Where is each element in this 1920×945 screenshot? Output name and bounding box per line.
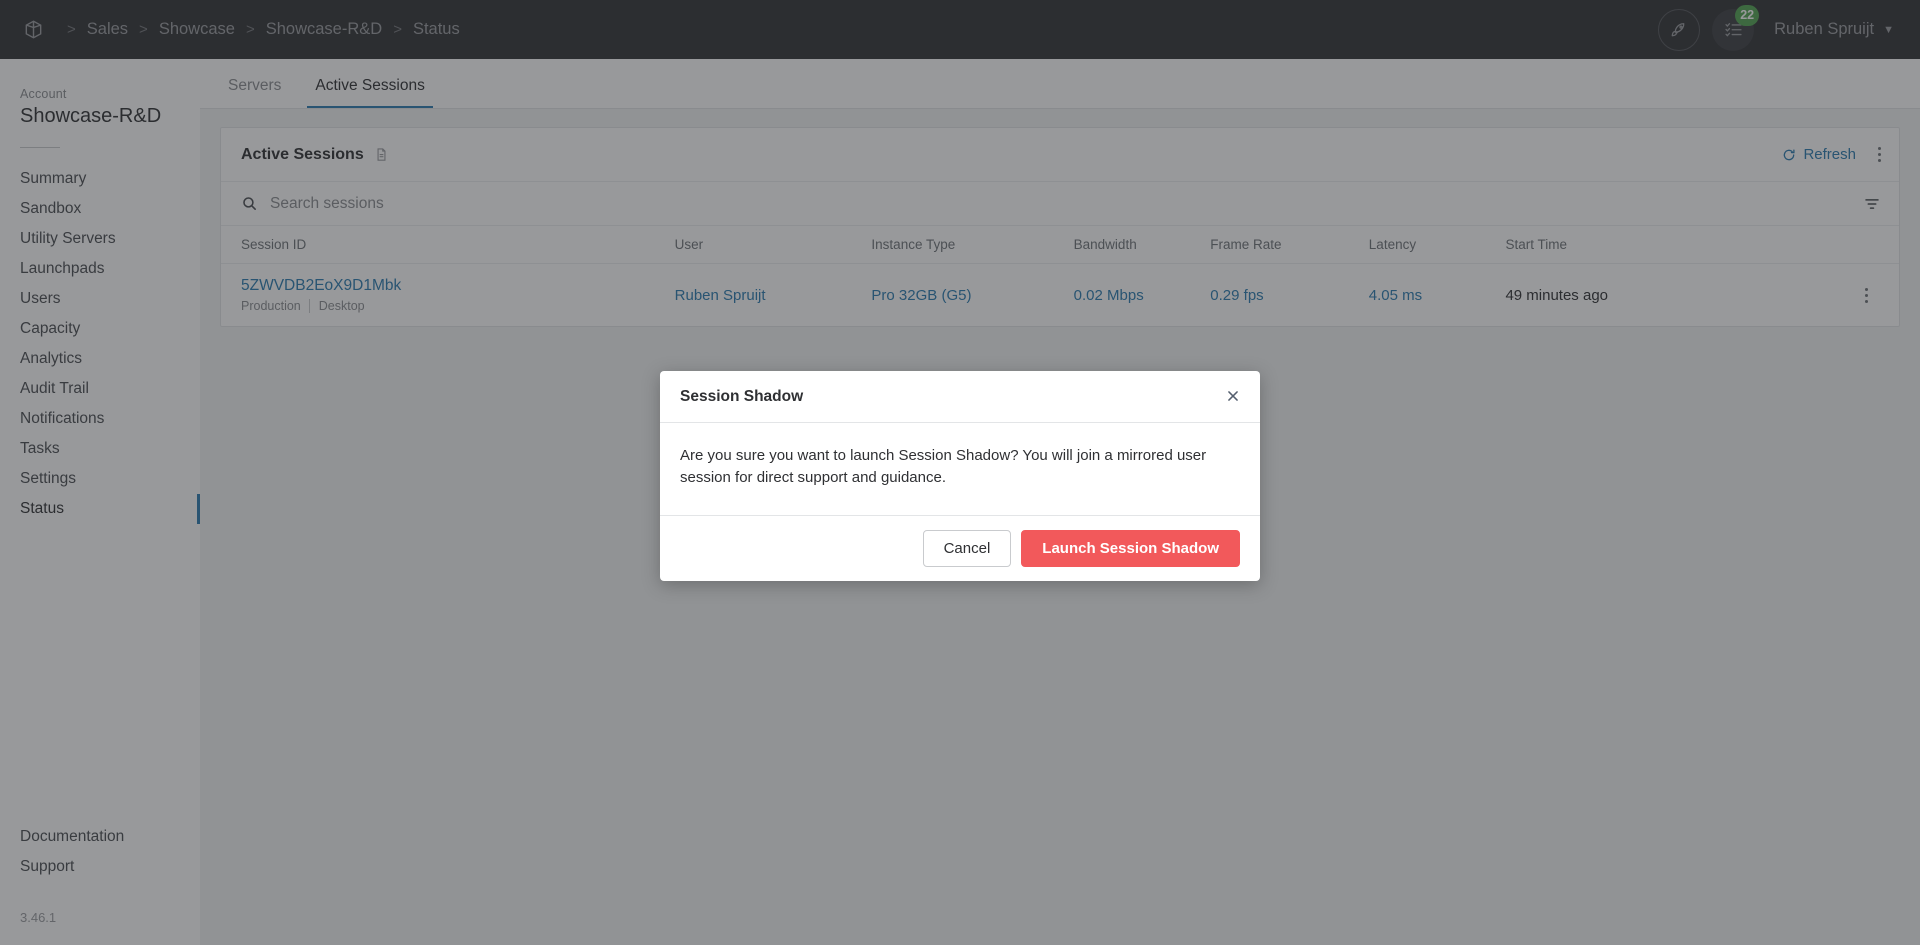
app-root: > Sales > Showcase > Showcase-R&D > Stat… bbox=[0, 0, 1920, 945]
cancel-button[interactable]: Cancel bbox=[922, 529, 1012, 567]
modal-footer: Cancel Launch Session Shadow bbox=[660, 514, 1260, 581]
modal-body-text: Are you sure you want to launch Session … bbox=[680, 447, 1207, 486]
close-icon[interactable] bbox=[1226, 388, 1240, 406]
modal-header: Session Shadow bbox=[660, 371, 1260, 423]
modal-title: Session Shadow bbox=[680, 387, 804, 405]
session-shadow-modal: Session Shadow Are you sure you want to … bbox=[660, 371, 1260, 581]
launch-session-shadow-button[interactable]: Launch Session Shadow bbox=[1021, 529, 1240, 567]
